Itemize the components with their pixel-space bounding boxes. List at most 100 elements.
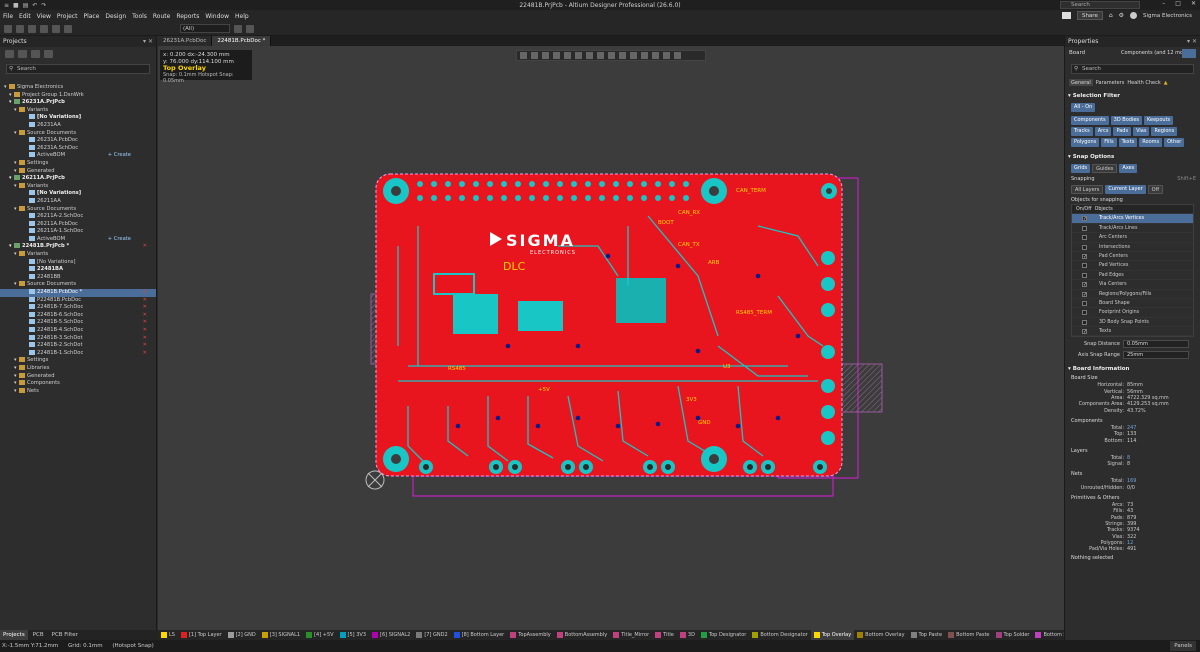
properties-search-input[interactable]: ⚲ Search (1071, 64, 1194, 74)
tree-item[interactable]: 26211A-1.SchDoc (0, 228, 156, 236)
layer-tab[interactable]: BottomAssembly (554, 630, 610, 640)
funnel-icon[interactable] (1182, 49, 1196, 58)
type-filter[interactable]: Components (and 12 more) (1121, 47, 1190, 60)
layer-tab[interactable]: [4] +5V (303, 630, 336, 640)
grids-toggle[interactable]: Grids (1071, 164, 1091, 173)
tab-pcb[interactable]: PCB (30, 630, 47, 640)
selection-filter-chip[interactable]: Regions (1151, 127, 1178, 136)
snap-object-checkbox[interactable] (1082, 244, 1087, 250)
selection-filter-chip[interactable]: Vias (1133, 127, 1150, 136)
route-icon[interactable] (575, 52, 582, 59)
menu-reports[interactable]: Reports (173, 13, 202, 20)
selection-filter-chip[interactable]: Rooms (1139, 138, 1163, 147)
axis-range-input[interactable]: 25mm (1123, 351, 1189, 360)
snap-object-row[interactable]: Arc Centers (1072, 233, 1193, 243)
layer-tab[interactable]: [8] Bottom Layer (451, 630, 508, 640)
layer-tab[interactable]: Top Solder (993, 630, 1033, 640)
panel-controls-icon[interactable]: ▾ ✕ (143, 36, 153, 47)
snap-all-layers[interactable]: All Layers (1071, 185, 1104, 194)
snap-object-checkbox[interactable] (1082, 272, 1087, 278)
tree-item[interactable]: 22481B.PcbDoc * ✕ (0, 289, 156, 297)
line-icon[interactable] (674, 52, 681, 59)
selection-filter-chip[interactable]: Pads (1113, 127, 1132, 136)
snap-object-checkbox[interactable] (1082, 263, 1087, 269)
selection-filter-chip[interactable]: Other (1164, 138, 1185, 147)
account-avatar-icon[interactable] (1130, 12, 1138, 19)
tree-item[interactable]: 26211AA (0, 197, 156, 206)
tree-item[interactable]: ▾ Sigma Electronics (0, 84, 156, 92)
snap-object-row[interactable]: ✓ Regions/Polygons/Fills (1072, 290, 1193, 299)
tab-pcb-filter[interactable]: PCB Filter (49, 630, 81, 640)
layer-tab[interactable]: 3D (677, 630, 698, 640)
tree-item[interactable]: ▾ Source Documents (0, 129, 156, 138)
snap-object-checkbox[interactable]: ✓ (1082, 253, 1087, 259)
doc-tab-22481b[interactable]: 22481B.PcbDoc * (212, 36, 272, 46)
gear-icon[interactable] (44, 49, 53, 58)
open-icon[interactable]: ▤ (23, 2, 29, 9)
layer-tab[interactable]: Title_Mirror (610, 630, 652, 640)
selection-filter-chip[interactable]: Arcs (1094, 127, 1112, 136)
snap-object-checkbox[interactable]: ✓ (1082, 291, 1087, 297)
tree-item[interactable]: ▾ Source Documents (0, 205, 156, 214)
selection-filter-chip[interactable]: Tracks (1071, 127, 1093, 136)
layer-tab[interactable]: [7] GND2 (413, 630, 450, 640)
all-on-button[interactable]: All - On (1071, 103, 1096, 112)
snap-object-row[interactable]: Board Shape (1072, 299, 1193, 309)
tree-item[interactable]: 26231AA (0, 121, 156, 130)
tree-item[interactable]: ActiveBOM + Create (0, 152, 156, 160)
projects-search-input[interactable]: ⚲ Search (6, 64, 150, 74)
create-bom-link[interactable]: + Create (108, 152, 131, 160)
save-icon[interactable]: ■ (13, 2, 19, 9)
menu-help[interactable]: Help (232, 13, 252, 20)
layer-tab[interactable]: Top Paste (908, 630, 946, 640)
minimize-icon[interactable]: – (1162, 0, 1165, 7)
route-tool-icon[interactable] (16, 24, 24, 33)
menu-icon[interactable]: ≡ (4, 2, 9, 9)
layer-tab[interactable]: Top Designator (698, 630, 749, 640)
snap-object-row[interactable]: ✓ Via Centers (1072, 280, 1193, 290)
layer-tab[interactable]: [5] 3V3 (337, 630, 369, 640)
maximize-icon[interactable]: □ (1175, 0, 1181, 7)
tree-item[interactable]: ▾ Project Group 1.DsnWrk (0, 91, 156, 100)
tree-item[interactable]: ▾ Variants (0, 251, 156, 259)
snap-object-checkbox[interactable]: ✓ (1082, 329, 1087, 335)
tree-item[interactable]: 22481B-1.SchDoc ✕ (0, 349, 156, 358)
layer-tab[interactable]: Top Overlay (810, 630, 855, 640)
tab-general[interactable]: General (1069, 79, 1093, 86)
menu-window[interactable]: Window (202, 13, 232, 20)
tree-item[interactable]: P22481B.PcbDoc ✕ (0, 296, 156, 305)
view-tool-icon[interactable] (52, 24, 60, 33)
selection-filter-chip[interactable]: 3D Bodies (1110, 116, 1142, 125)
save-project-icon[interactable] (5, 49, 14, 58)
tree-item[interactable]: [No Variations] (0, 114, 156, 122)
tree-item[interactable]: ▾ Variants (0, 106, 156, 115)
grid-tool-icon[interactable] (64, 24, 72, 33)
align-icon[interactable] (553, 52, 560, 59)
guides-toggle[interactable]: Guides (1092, 164, 1118, 173)
layer-tab[interactable]: Bottom Designator (749, 630, 810, 640)
filter-icon[interactable] (520, 52, 527, 59)
tab-parameters[interactable]: Parameters (1096, 79, 1125, 86)
menu-tools[interactable]: Tools (129, 13, 150, 20)
tree-item[interactable]: ▾ Generated (0, 167, 156, 176)
snap-object-row[interactable]: ✓ Pad Centers (1072, 252, 1193, 262)
layer-tab[interactable]: [6] SIGNAL2 (369, 630, 413, 640)
panel-controls-icon[interactable]: ▾ ✕ (1187, 36, 1197, 47)
selection-filter-chip[interactable]: Keepouts (1144, 116, 1174, 125)
layer-tab[interactable]: [2] GND (225, 630, 259, 640)
snap-object-row[interactable]: Footprint Origins (1072, 308, 1193, 318)
tree-item[interactable]: ▾ Source Documents (0, 281, 156, 289)
menu-view[interactable]: View (34, 13, 54, 20)
apply-filter-icon[interactable] (234, 24, 242, 33)
selection-filter-chip[interactable]: Fills (1101, 138, 1117, 147)
layer-tab[interactable]: [3] SIGNAL1 (259, 630, 303, 640)
move-icon[interactable] (531, 52, 538, 59)
selection-filter-chip[interactable]: Texts (1118, 138, 1138, 147)
snap-distance-input[interactable]: 0.05mm (1123, 340, 1189, 349)
selection-filter-chip[interactable]: Polygons (1071, 138, 1100, 147)
snap-object-checkbox[interactable] (1082, 235, 1087, 241)
menu-place[interactable]: Place (80, 13, 102, 20)
tree-item[interactable]: ▾ Settings (0, 357, 156, 365)
undo-icon[interactable]: ↶ (32, 2, 37, 9)
doc-tab-26231a[interactable]: 26231A.PcbDoc (158, 36, 213, 46)
